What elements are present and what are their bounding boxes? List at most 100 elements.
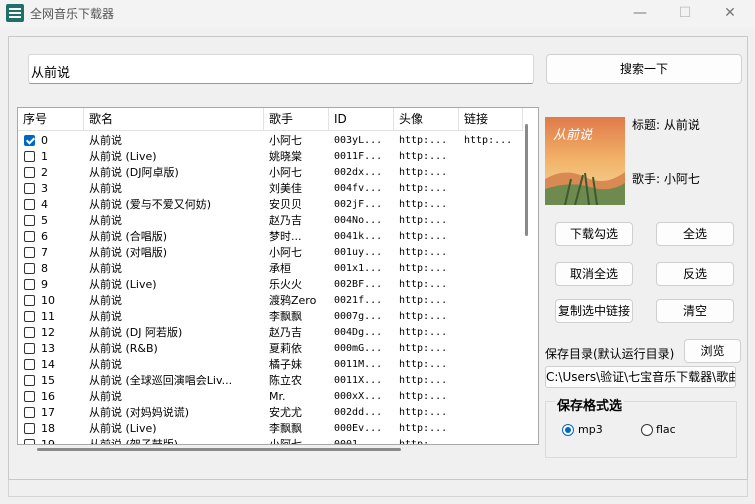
download-checked-button[interactable]: 下载勾选 xyxy=(555,222,633,246)
row-avatar: http:... xyxy=(399,279,448,290)
row-name: 从前说 xyxy=(89,358,122,371)
column-header-no[interactable]: 序号 xyxy=(18,108,84,131)
table-row[interactable]: 8 从前说 承桓 001x1... http:... xyxy=(18,261,523,277)
row-name: 从前说 (R&B) xyxy=(89,342,158,355)
row-number: 0 xyxy=(41,134,48,147)
row-id: 002jF... xyxy=(334,199,383,210)
table-row[interactable]: 11 从前说 李飘飘 0007g... http:... xyxy=(18,309,523,325)
browse-button[interactable]: 浏览 xyxy=(684,339,741,363)
flac-label: flac xyxy=(656,423,676,436)
table-row[interactable]: 19 从前说 (架子鼓版) 小阿七 0001... http:... xyxy=(18,437,523,445)
row-avatar: http:... xyxy=(399,263,448,274)
row-singer: 安尤尤 xyxy=(269,406,302,419)
table-row[interactable]: 2 从前说 (DJ阿卓版) 小阿七 002dx... http:... xyxy=(18,165,523,181)
row-checkbox[interactable] xyxy=(24,279,35,290)
table-row[interactable]: 5 从前说 赵乃吉 004No... http:... xyxy=(18,213,523,229)
row-checkbox[interactable] xyxy=(24,263,35,274)
mp3-label: mp3 xyxy=(578,423,603,436)
row-id: 004No... xyxy=(334,215,383,226)
table-row[interactable]: 12 从前说 (DJ 阿若版) 赵乃吉 004Dg... http:... xyxy=(18,325,523,341)
select-all-button[interactable]: 全选 xyxy=(656,222,734,246)
table-row[interactable]: 16 从前说 Mr. 000xX... http:... xyxy=(18,389,523,405)
results-table: 序号 歌名 歌手 ID 头像 链接 0 从前说 小阿七 003yL... http:..… xyxy=(17,107,539,445)
search-button[interactable]: 搜索一下 xyxy=(546,54,742,84)
minimize-button[interactable]: — xyxy=(617,2,663,26)
song-title-label: 标题: 从前说 xyxy=(632,118,700,132)
table-header: 序号 歌名 歌手 ID 头像 链接 xyxy=(18,108,538,132)
table-row[interactable]: 4 从前说 (爱与不爱又何妨) 安贝贝 002jF... http:... xyxy=(18,197,523,213)
row-avatar: http:... xyxy=(399,407,448,418)
row-singer: 小阿七 xyxy=(269,438,302,445)
row-singer: 乐火火 xyxy=(269,278,302,291)
table-row[interactable]: 14 从前说 橘子妹 0011M... http:... xyxy=(18,357,523,373)
column-header-link[interactable]: 链接 xyxy=(459,108,523,131)
table-row[interactable]: 9 从前说 (Live) 乐火火 002BF... http:... xyxy=(18,277,523,293)
save-dir-field[interactable]: C:\Users\验证\七宝音乐下载器\歌曲保存目录 xyxy=(545,366,736,388)
table-row[interactable]: 1 从前说 (Live) 姚晓棠 0011F... http:... xyxy=(18,149,523,165)
row-checkbox[interactable] xyxy=(24,167,35,178)
row-checkbox[interactable] xyxy=(24,199,35,210)
table-row[interactable]: 18 从前说 (Live) 李飘飘 000Ev... http:... xyxy=(18,421,523,437)
deselect-all-button[interactable]: 取消全选 xyxy=(555,262,633,286)
row-singer: 刘美佳 xyxy=(269,182,302,195)
row-id: 0011M... xyxy=(334,359,383,370)
row-checkbox[interactable] xyxy=(24,359,35,370)
table-row[interactable]: 17 从前说 (对妈妈说谎) 安尤尤 002dd... http:... xyxy=(18,405,523,421)
row-checkbox[interactable] xyxy=(24,231,35,242)
row-id: 0021f... xyxy=(334,295,383,306)
table-row[interactable]: 7 从前说 (对唱版) 小阿七 001uy... http:... xyxy=(18,245,523,261)
row-number: 5 xyxy=(41,214,48,227)
copy-links-button[interactable]: 复制选中链接 xyxy=(555,299,633,323)
table-row[interactable]: 13 从前说 (R&B) 夏莉依 000mG... http:... xyxy=(18,341,523,357)
row-link xyxy=(459,229,523,245)
table-row[interactable]: 10 从前说 渡鸦Zero 0021f... http:... xyxy=(18,293,523,309)
row-link xyxy=(459,389,523,405)
invert-selection-button[interactable]: 反选 xyxy=(656,262,734,286)
flac-radio[interactable] xyxy=(641,424,653,436)
table-row[interactable]: 0 从前说 小阿七 003yL... http:... http:... xyxy=(18,133,523,149)
vertical-scrollbar[interactable] xyxy=(525,124,528,236)
column-header-avatar[interactable]: 头像 xyxy=(394,108,459,131)
clear-button[interactable]: 清空 xyxy=(656,299,734,323)
album-cover: 从前说 xyxy=(545,117,625,205)
row-id: 004fv... xyxy=(334,183,383,194)
row-name: 从前说 (对唱版) xyxy=(89,246,168,259)
table-row[interactable]: 6 从前说 (合唱版) 梦时... 0041k... http:... xyxy=(18,229,523,245)
search-input[interactable]: 从前说 xyxy=(28,54,534,84)
row-checkbox[interactable] xyxy=(24,295,35,306)
row-number: 10 xyxy=(41,294,55,307)
table-row[interactable]: 15 从前说 (全球巡回演唱会Liv... 陈立农 0011X... http:... xyxy=(18,373,523,389)
row-link xyxy=(459,261,523,277)
row-checkbox[interactable] xyxy=(24,327,35,338)
row-number: 2 xyxy=(41,166,48,179)
row-avatar: http:... xyxy=(399,343,448,354)
row-checkbox[interactable] xyxy=(24,151,35,162)
row-number: 19 xyxy=(41,438,55,445)
row-number: 13 xyxy=(41,342,55,355)
row-checkbox[interactable] xyxy=(24,391,35,402)
row-avatar: http:... xyxy=(399,247,448,258)
mp3-radio[interactable] xyxy=(562,424,574,436)
row-checkbox[interactable] xyxy=(24,407,35,418)
column-header-singer[interactable]: 歌手 xyxy=(264,108,329,131)
horizontal-scrollbar[interactable] xyxy=(37,448,401,451)
maximize-button[interactable]: ☐ xyxy=(662,2,708,26)
row-checkbox[interactable] xyxy=(24,439,35,444)
row-number: 17 xyxy=(41,406,55,419)
row-id: 004Dg... xyxy=(334,327,383,338)
row-checkbox[interactable] xyxy=(24,135,35,146)
row-link: http:... xyxy=(464,135,513,146)
close-button[interactable]: ✕ xyxy=(707,2,753,26)
row-singer: 姚晓棠 xyxy=(269,150,302,163)
row-checkbox[interactable] xyxy=(24,215,35,226)
column-header-id[interactable]: ID xyxy=(329,108,394,131)
table-row[interactable]: 3 从前说 刘美佳 004fv... http:... xyxy=(18,181,523,197)
row-checkbox[interactable] xyxy=(24,375,35,386)
row-checkbox[interactable] xyxy=(24,423,35,434)
row-checkbox[interactable] xyxy=(24,247,35,258)
column-header-name[interactable]: 歌名 xyxy=(84,108,264,131)
row-checkbox[interactable] xyxy=(24,183,35,194)
row-checkbox[interactable] xyxy=(24,311,35,322)
row-number: 3 xyxy=(41,182,48,195)
row-checkbox[interactable] xyxy=(24,343,35,354)
